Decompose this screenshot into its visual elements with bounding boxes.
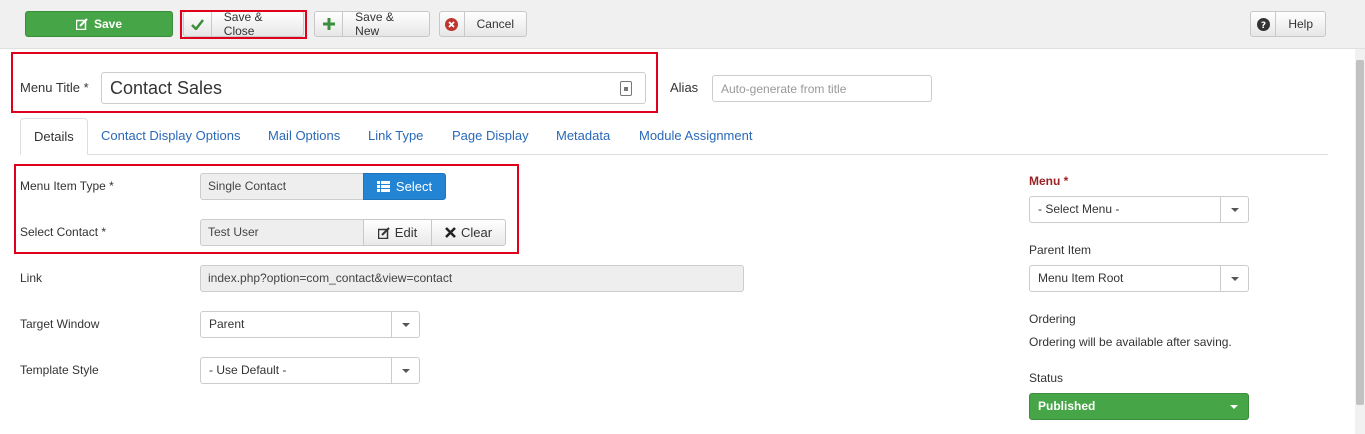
edit-label: Edit [394, 225, 418, 240]
plus-icon [315, 12, 344, 36]
help-button[interactable]: ? Help [1250, 11, 1326, 37]
question-icon: ? [1251, 12, 1277, 36]
link-label: Link [20, 271, 43, 285]
status-value: Published [1038, 399, 1096, 413]
menu-label: Menu * [1029, 174, 1069, 188]
parent-item-value: Menu Item Root [1038, 271, 1124, 285]
cancel-icon [440, 12, 465, 36]
parent-item-label: Parent Item [1029, 243, 1092, 257]
menu-title-label: Menu Title * [20, 80, 89, 95]
scrollbar-thumb[interactable] [1356, 60, 1364, 405]
chevron-down-icon [1220, 266, 1248, 291]
select-contact-label: Select Contact * [20, 225, 107, 239]
menu-item-type-field: Single Contact [200, 173, 364, 200]
select-label: Select [395, 179, 433, 194]
edit-icon [377, 226, 390, 239]
highlight-save-close [180, 10, 307, 39]
select-contact-field: Test User [200, 219, 364, 246]
template-style-value: - Use Default - [209, 363, 287, 377]
chevron-down-icon [1220, 197, 1248, 222]
tab-details[interactable]: Details [20, 118, 88, 155]
ordering-note: Ordering will be available after saving. [1029, 335, 1232, 349]
save-new-button[interactable]: Save & New [314, 10, 430, 38]
menu-item-type-label: Menu Item Type * [20, 179, 114, 193]
alias-input[interactable] [712, 75, 932, 102]
close-icon [445, 227, 456, 238]
template-style-label: Template Style [20, 363, 99, 377]
status-select[interactable]: Published [1029, 393, 1249, 420]
save-button[interactable]: Save [25, 11, 173, 37]
chevron-down-icon [1230, 405, 1238, 409]
tab-mail-options[interactable]: Mail Options [255, 118, 353, 155]
tab-page-display[interactable]: Page Display [439, 118, 542, 155]
status-label: Status [1029, 371, 1064, 385]
tab-contact-display-options[interactable]: Contact Display Options [88, 118, 253, 155]
alias-label: Alias [670, 80, 699, 95]
link-field: index.php?option=com_contact&view=contac… [200, 265, 744, 292]
save-new-label: Save & New [355, 10, 394, 38]
tab-metadata[interactable]: Metadata [543, 118, 623, 155]
clear-button[interactable]: Clear [431, 219, 506, 246]
chevron-down-icon [391, 358, 419, 383]
language-icon [620, 81, 632, 96]
edit-icon [75, 12, 88, 36]
target-window-label: Target Window [20, 317, 100, 331]
select-button[interactable]: Select [363, 173, 446, 200]
menu-select[interactable]: - Select Menu - [1029, 196, 1249, 223]
svg-text:?: ? [1261, 21, 1266, 31]
save-label: Save [93, 17, 123, 31]
target-window-select[interactable]: Parent [200, 311, 420, 338]
help-label: Help [1288, 17, 1313, 31]
parent-item-select[interactable]: Menu Item Root [1029, 265, 1249, 292]
ordering-label: Ordering [1029, 312, 1076, 326]
clear-label: Clear [460, 225, 493, 240]
menu-title-input[interactable] [101, 72, 646, 104]
tab-module-assignment[interactable]: Module Assignment [626, 118, 765, 155]
menu-value: - Select Menu - [1038, 202, 1120, 216]
cancel-button[interactable]: Cancel [439, 11, 527, 37]
template-style-select[interactable]: - Use Default - [200, 357, 420, 384]
tab-link-type[interactable]: Link Type [355, 118, 436, 155]
chevron-down-icon [391, 312, 419, 337]
tab-bar: Details Contact Display Options Mail Opt… [20, 118, 1328, 155]
edit-button[interactable]: Edit [363, 219, 432, 246]
cancel-label: Cancel [476, 17, 514, 31]
list-icon [376, 181, 390, 192]
target-window-value: Parent [209, 317, 245, 331]
